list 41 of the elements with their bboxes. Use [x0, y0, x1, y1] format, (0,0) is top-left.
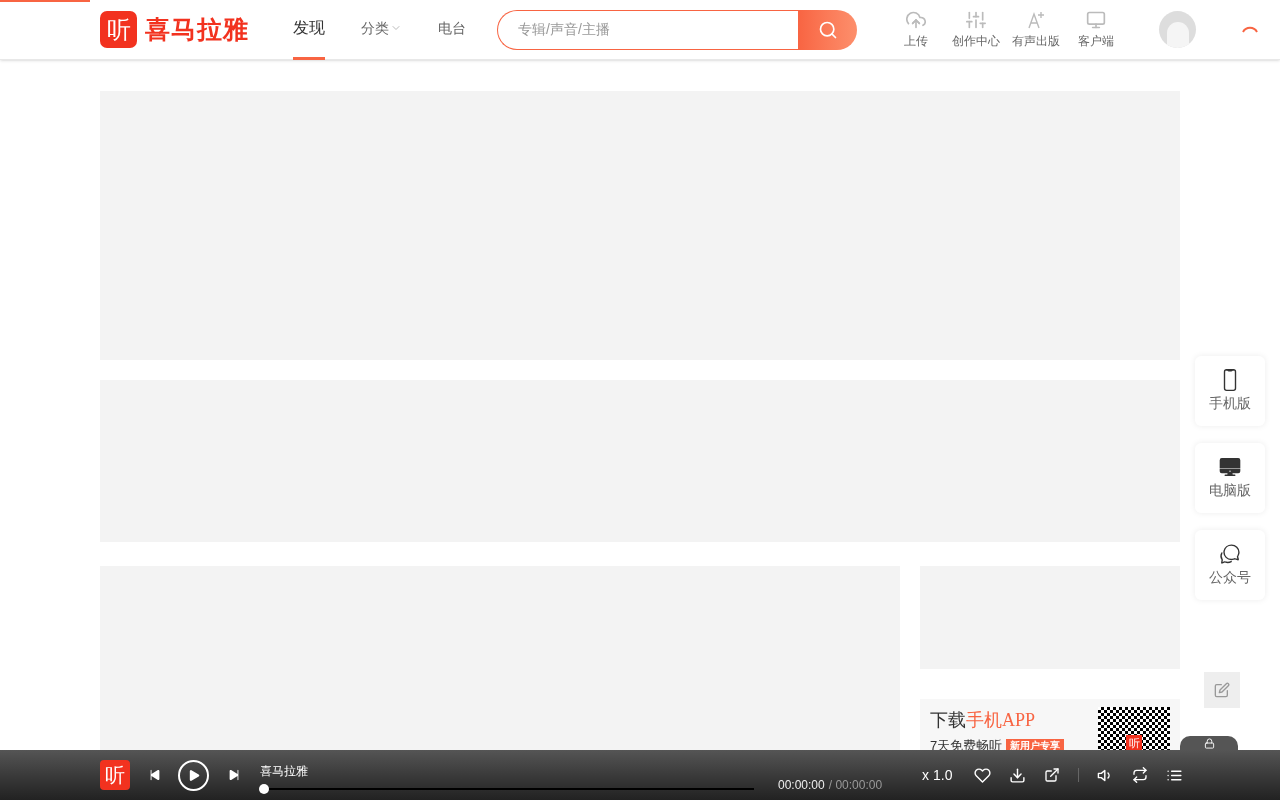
skip-forward-icon	[227, 768, 241, 782]
next-button[interactable]	[227, 768, 241, 782]
player-logo[interactable]: 听	[100, 760, 130, 790]
skip-back-icon	[148, 768, 162, 782]
logo-text[interactable]: 喜马拉雅	[145, 10, 249, 49]
monitor-icon	[1086, 9, 1106, 30]
speed-button[interactable]: x 1.0	[922, 764, 953, 786]
toolbar-link[interactable]: 客户端	[1067, 9, 1125, 50]
play-button[interactable]	[178, 759, 209, 791]
search-field[interactable]: 专辑/声音/主播	[497, 9, 798, 50]
nav-tab[interactable]: 分类	[361, 0, 402, 60]
nav-tab[interactable]: 电台	[438, 0, 466, 60]
previous-button[interactable]	[148, 768, 162, 782]
heart-icon[interactable]	[974, 766, 992, 784]
toolbar-link[interactable]: 有声出版	[1007, 9, 1065, 50]
monitor-icon	[1219, 455, 1241, 478]
side-link[interactable]: 手机版	[1195, 356, 1265, 426]
toolbar-link[interactable]: 上传	[887, 9, 945, 50]
track-title: 喜马拉雅	[260, 763, 309, 780]
logo-mark[interactable]: 听	[100, 11, 137, 48]
search-icon	[817, 19, 838, 40]
side-link[interactable]: 电脑版	[1195, 443, 1265, 513]
chat-bubbles-icon	[1219, 542, 1241, 565]
download-icon[interactable]	[1009, 766, 1027, 784]
sliders-icon	[966, 9, 986, 30]
nav-tab[interactable]: 发现	[293, 0, 325, 60]
progress-thumb[interactable]	[259, 784, 269, 794]
letter-plus-icon	[1026, 9, 1046, 30]
elapsed-time: 00:00:00	[778, 777, 825, 794]
toolbar-link[interactable]: 创作中心	[947, 9, 1005, 50]
card-title: 下载手机APP	[930, 709, 1037, 732]
total-time: / 00:00:00	[828, 777, 883, 794]
lock-icon	[1203, 738, 1215, 749]
repeat-icon[interactable]	[1132, 767, 1149, 783]
play-icon	[187, 767, 202, 783]
search-button[interactable]	[798, 9, 857, 50]
qr-logo: 听	[1126, 735, 1142, 751]
share-icon[interactable]	[1044, 767, 1061, 783]
side-link[interactable]: 公众号	[1195, 530, 1265, 600]
cloud-upload-icon	[906, 9, 926, 30]
edit-icon	[1214, 682, 1230, 698]
